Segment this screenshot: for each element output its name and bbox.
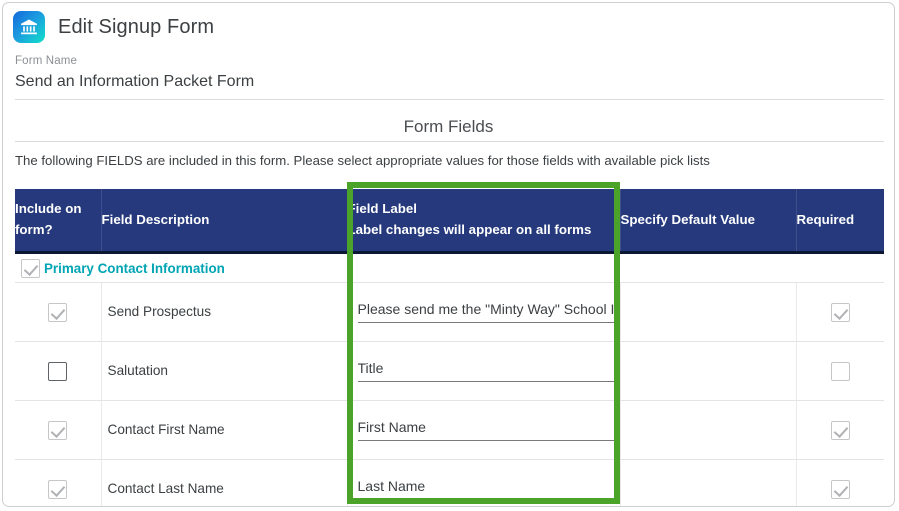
column-header-specify-default-value: Specify Default Value bbox=[620, 189, 797, 251]
column-header-field-label-sublabel: Label changes will appear on all forms bbox=[347, 222, 592, 237]
row-description-cell: Salutation bbox=[101, 341, 348, 401]
row-default-value-cell[interactable] bbox=[620, 459, 797, 506]
instructions-text: The following FIELDS are included in thi… bbox=[15, 153, 710, 168]
field-label-input[interactable] bbox=[357, 478, 614, 500]
field-description-text: Contact First Name bbox=[107, 422, 225, 437]
row-default-value-cell[interactable] bbox=[620, 282, 797, 342]
column-header-field-label: Field Label Label changes will appear on… bbox=[347, 189, 621, 251]
table-section-row: Primary Contact Information bbox=[15, 254, 884, 283]
row-required-cell bbox=[796, 341, 884, 401]
row-field-label-cell bbox=[347, 341, 621, 401]
section-row-required-cell bbox=[796, 254, 884, 283]
required-checkbox[interactable] bbox=[830, 302, 850, 322]
form-fields-heading: Form Fields bbox=[403, 117, 494, 136]
field-label-input[interactable] bbox=[357, 419, 614, 441]
column-header-include-on-form-label: Include on form? bbox=[15, 201, 82, 237]
field-label-input[interactable] bbox=[357, 360, 614, 382]
form-fields-divider bbox=[15, 141, 884, 142]
form-name-label: Form Name bbox=[15, 55, 78, 67]
column-header-specify-default-value-label: Specify Default Value bbox=[620, 211, 756, 227]
table-row: Send Prospectus bbox=[15, 282, 884, 342]
row-field-label-cell bbox=[347, 400, 621, 460]
app-header: Edit Signup Form bbox=[3, 3, 894, 51]
include-on-form-checkbox[interactable] bbox=[48, 302, 68, 322]
page-title: Edit Signup Form bbox=[58, 15, 215, 38]
row-default-value-cell[interactable] bbox=[620, 400, 797, 460]
row-default-value-cell[interactable] bbox=[620, 341, 797, 401]
column-header-field-description: Field Description bbox=[101, 189, 348, 251]
row-include-cell bbox=[15, 459, 102, 506]
section-include-checkbox[interactable] bbox=[21, 258, 40, 278]
row-include-cell bbox=[15, 282, 102, 342]
row-include-cell bbox=[15, 400, 102, 460]
required-checkbox[interactable] bbox=[830, 420, 850, 440]
table-row: Salutation bbox=[15, 341, 884, 401]
row-description-cell: Send Prospectus bbox=[101, 282, 348, 342]
required-checkbox[interactable] bbox=[830, 479, 850, 499]
edit-signup-form-page: Edit Signup Form Form Name Send an Infor… bbox=[2, 2, 895, 507]
section-row-cell: Primary Contact Information bbox=[15, 254, 347, 283]
row-required-cell bbox=[796, 459, 884, 506]
form-name-divider bbox=[15, 99, 884, 100]
row-field-label-cell bbox=[347, 459, 621, 506]
row-field-label-cell bbox=[347, 282, 621, 342]
field-description-text: Send Prospectus bbox=[107, 304, 212, 319]
row-description-cell: Contact Last Name bbox=[101, 459, 348, 506]
field-label-input[interactable] bbox=[357, 301, 614, 323]
bank-icon bbox=[13, 11, 45, 43]
section-row-label: Primary Contact Information bbox=[44, 260, 225, 276]
column-header-required: Required bbox=[796, 189, 884, 251]
include-on-form-checkbox[interactable] bbox=[48, 361, 68, 381]
row-required-cell bbox=[796, 400, 884, 460]
include-on-form-checkbox[interactable] bbox=[48, 479, 68, 499]
column-header-field-label-label: Field Label bbox=[347, 201, 417, 217]
form-name-value[interactable]: Send an Information Packet Form bbox=[15, 73, 894, 91]
table-row: Contact Last Name bbox=[15, 459, 884, 506]
column-header-field-description-label: Field Description bbox=[101, 211, 210, 227]
row-description-cell: Contact First Name bbox=[101, 400, 348, 460]
form-name-block: Form Name Send an Information Packet For… bbox=[3, 55, 894, 100]
include-on-form-checkbox[interactable] bbox=[48, 420, 68, 440]
row-include-cell bbox=[15, 341, 102, 401]
section-row-field-label-cell bbox=[347, 254, 620, 283]
form-fields-table: Include on form? Field Description Field… bbox=[15, 189, 884, 506]
table-header-row: Include on form? Field Description Field… bbox=[15, 189, 884, 251]
section-row-default-value-cell bbox=[620, 254, 796, 283]
field-description-text: Contact Last Name bbox=[107, 481, 224, 496]
column-header-include-on-form: Include on form? bbox=[15, 189, 102, 251]
field-description-text: Salutation bbox=[107, 363, 168, 378]
column-header-required-label: Required bbox=[796, 211, 855, 227]
row-required-cell bbox=[796, 282, 884, 342]
table-row: Contact First Name bbox=[15, 400, 884, 460]
required-checkbox[interactable] bbox=[830, 361, 850, 381]
